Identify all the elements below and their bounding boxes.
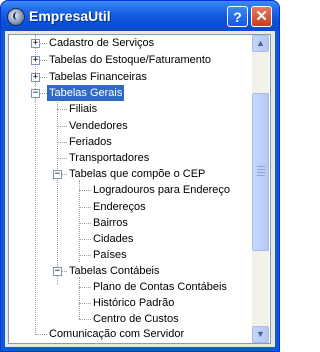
tree-item-centro-custos[interactable]: Centro de Custos — [91, 311, 181, 327]
tree-line — [79, 223, 91, 224]
tree-item-plano-contas[interactable]: Plano de Contas Contábeis — [91, 279, 229, 295]
thumb-grip — [257, 175, 265, 176]
app-icon — [7, 8, 25, 26]
expand-icon[interactable]: + — [31, 56, 40, 65]
tree-item-tabelas-financeiras[interactable]: Tabelas Financeiras — [47, 69, 149, 85]
app-window: EmpresaUtil ? ✕ + + + − − − Cadastro de … — [0, 0, 280, 352]
scroll-thumb[interactable] — [252, 93, 269, 251]
tree-line — [35, 334, 47, 335]
tree-item-comunicacao-servidor[interactable]: Comunicação com Servidor — [47, 326, 186, 342]
scroll-down-button[interactable]: ▼ — [252, 326, 269, 343]
tree-item-filiais[interactable]: Filiais — [67, 101, 99, 117]
tree-line — [79, 319, 91, 320]
tree-line — [79, 190, 91, 191]
thumb-grip — [257, 169, 265, 170]
tree-item-cadastro-servicos[interactable]: Cadastro de Serviços — [47, 35, 156, 51]
tree-item-bairros[interactable]: Bairros — [91, 215, 130, 231]
tree-line — [79, 287, 91, 288]
tree-item-paises[interactable]: Países — [91, 247, 129, 263]
window-client-area: + + + − − − Cadastro de Serviços Tabelas… — [5, 31, 275, 347]
help-button[interactable]: ? — [227, 6, 248, 27]
window-title: EmpresaUtil — [29, 8, 111, 24]
collapse-icon[interactable]: − — [31, 89, 40, 98]
tree-line — [79, 239, 91, 240]
tree-line-level3 — [79, 180, 80, 262]
tree-item-feriados[interactable]: Feriados — [67, 134, 114, 150]
tree-item-tabelas-estoque-faturamento[interactable]: Tabelas do Estoque/Faturamento — [47, 52, 213, 68]
tree-item-tabelas-gerais[interactable]: Tabelas Gerais — [47, 85, 125, 101]
tree-line — [57, 142, 67, 143]
thumb-grip — [257, 172, 265, 173]
expand-icon[interactable]: + — [31, 73, 40, 82]
tree-item-transportadores[interactable]: Transportadores — [67, 150, 151, 166]
collapse-icon[interactable]: − — [53, 267, 62, 276]
close-button[interactable]: ✕ — [251, 6, 272, 27]
thumb-grip — [257, 166, 265, 167]
tree-item-vendedores[interactable]: Vendedores — [67, 118, 130, 134]
tree-line-level3 — [79, 277, 80, 319]
tree-line — [57, 109, 67, 110]
tree-line — [57, 158, 67, 159]
tree-line — [57, 126, 67, 127]
collapse-icon[interactable]: − — [53, 170, 62, 179]
tree-view[interactable]: + + + − − − Cadastro de Serviços Tabelas… — [8, 34, 271, 344]
vertical-scrollbar[interactable]: ▲ ▼ — [252, 35, 269, 343]
title-bar[interactable]: EmpresaUtil ? ✕ — [1, 1, 279, 31]
tree-item-tabelas-cep[interactable]: Tabelas que compõe o CEP — [67, 166, 207, 182]
tree-line — [79, 255, 91, 256]
tree-item-logradouros[interactable]: Logradouros para Endereço — [91, 182, 232, 198]
scroll-up-button[interactable]: ▲ — [252, 35, 269, 52]
tree-item-tabelas-contabeis[interactable]: Tabelas Contábeis — [67, 263, 162, 279]
expand-icon[interactable]: + — [31, 39, 40, 48]
tree-line — [79, 303, 91, 304]
tree-item-cidades[interactable]: Cidades — [91, 231, 135, 247]
tree-item-enderecos[interactable]: Endereços — [91, 199, 148, 215]
tree-line — [79, 207, 91, 208]
tree-item-historico-padrao[interactable]: Histórico Padrão — [91, 295, 176, 311]
